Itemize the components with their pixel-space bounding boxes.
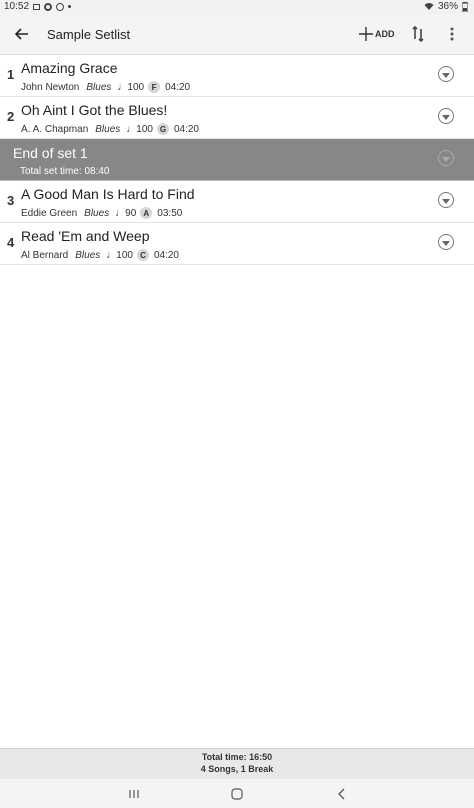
clock: 10:52 (4, 1, 30, 12)
song-tempo: ♩100 (106, 249, 133, 261)
song-genre: Blues (84, 207, 110, 219)
back-button[interactable] (8, 20, 36, 48)
song-meta: Al Bernard Blues ♩100 C 04:20 (21, 249, 179, 261)
expand-chevron-icon[interactable] (438, 234, 454, 250)
plus-icon (359, 27, 373, 41)
more-vert-icon (450, 27, 454, 41)
page-title: Sample Setlist (47, 27, 131, 42)
battery-icon (462, 1, 468, 12)
expand-chevron-icon[interactable] (438, 192, 454, 208)
song-meta: Eddie Green Blues ♩90 A 03:50 (21, 207, 182, 219)
song-title: Read 'Em and Weep (21, 228, 150, 244)
back-chevron-icon (338, 788, 345, 800)
system-back-button[interactable] (330, 784, 354, 804)
app-toolbar: Sample Setlist ADD (0, 14, 474, 55)
battery-percent: 36% (437, 1, 458, 12)
song-number: 3 (7, 193, 15, 208)
song-tempo: ♩100 (126, 123, 153, 135)
break-set-time: Total set time: 08:40 (20, 166, 110, 177)
arrow-left-icon (15, 28, 28, 40)
break-title: End of set 1 (13, 145, 88, 161)
expand-chevron-icon[interactable] (438, 108, 454, 124)
more-options-button[interactable] (440, 22, 464, 46)
recent-apps-icon (129, 790, 139, 798)
song-title: Oh Aint I Got the Blues! (21, 102, 168, 118)
metronome-icon: ♩ (106, 249, 117, 261)
add-button-label: ADD (375, 29, 395, 39)
song-genre: Blues (75, 249, 101, 261)
setlist-summary: Total time: 16:50 4 Songs, 1 Break (0, 748, 474, 779)
song-duration: 04:20 (173, 123, 199, 135)
song-duration: 04:20 (165, 81, 191, 93)
song-title: Amazing Grace (21, 60, 118, 76)
home-button[interactable] (225, 784, 249, 804)
song-genre: Blues (95, 123, 121, 135)
setlist: 1 Amazing Grace John Newton Blues ♩100 F… (0, 55, 474, 265)
song-number: 1 (7, 67, 15, 82)
recent-apps-button[interactable] (122, 784, 146, 804)
metronome-icon: ♩ (126, 123, 137, 135)
song-tempo: ♩100 (117, 81, 145, 93)
add-button[interactable]: ADD (359, 23, 395, 45)
song-key-badge: C (136, 249, 149, 261)
song-artist: John Newton (21, 81, 80, 93)
song-key-badge: A (140, 207, 153, 219)
song-genre: Blues (86, 81, 112, 93)
home-icon (231, 788, 243, 800)
song-artist: Eddie Green (21, 207, 78, 219)
settings-notification-icon (44, 2, 53, 11)
song-title: A Good Man Is Hard to Find (21, 186, 195, 202)
status-bar: 10:52 36% (0, 0, 474, 14)
song-break-count: 4 Songs, 1 Break (200, 764, 274, 774)
song-key-badge: G (156, 123, 169, 135)
list-item[interactable]: 2 Oh Aint I Got the Blues! A. A. Chapman… (0, 97, 474, 139)
song-artist: Al Bernard (21, 249, 69, 261)
song-meta: A. A. Chapman Blues ♩100 G 04:20 (21, 123, 199, 135)
list-item[interactable]: 1 Amazing Grace John Newton Blues ♩100 F… (0, 55, 474, 97)
song-artist: A. A. Chapman (21, 123, 89, 135)
song-number: 2 (7, 109, 15, 124)
wifi-icon (424, 3, 434, 10)
list-item[interactable]: 4 Read 'Em and Weep Al Bernard Blues ♩10… (0, 223, 474, 265)
song-tempo: ♩90 (115, 207, 137, 219)
metronome-icon: ♩ (115, 207, 126, 219)
song-duration: 04:20 (153, 249, 179, 261)
song-number: 4 (7, 235, 15, 250)
sort-arrows-icon (412, 26, 424, 42)
expand-chevron-icon[interactable] (438, 150, 454, 166)
system-nav-bar (0, 779, 474, 808)
set-break-row[interactable]: End of set 1 Total set time: 08:40 (0, 139, 474, 181)
sort-button[interactable] (406, 22, 430, 46)
metronome-icon: ♩ (117, 81, 128, 93)
total-time: Total time: 16:50 (201, 752, 273, 762)
song-meta: John Newton Blues ♩100 F 04:20 (21, 81, 190, 93)
song-duration: 03:50 (157, 207, 183, 219)
more-notifications-icon (68, 5, 72, 8)
list-item[interactable]: 3 A Good Man Is Hard to Find Eddie Green… (0, 181, 474, 223)
globe-notification-icon (56, 2, 65, 11)
image-notification-icon (33, 3, 41, 10)
song-key-badge: F (148, 81, 161, 93)
expand-chevron-icon[interactable] (438, 66, 454, 82)
